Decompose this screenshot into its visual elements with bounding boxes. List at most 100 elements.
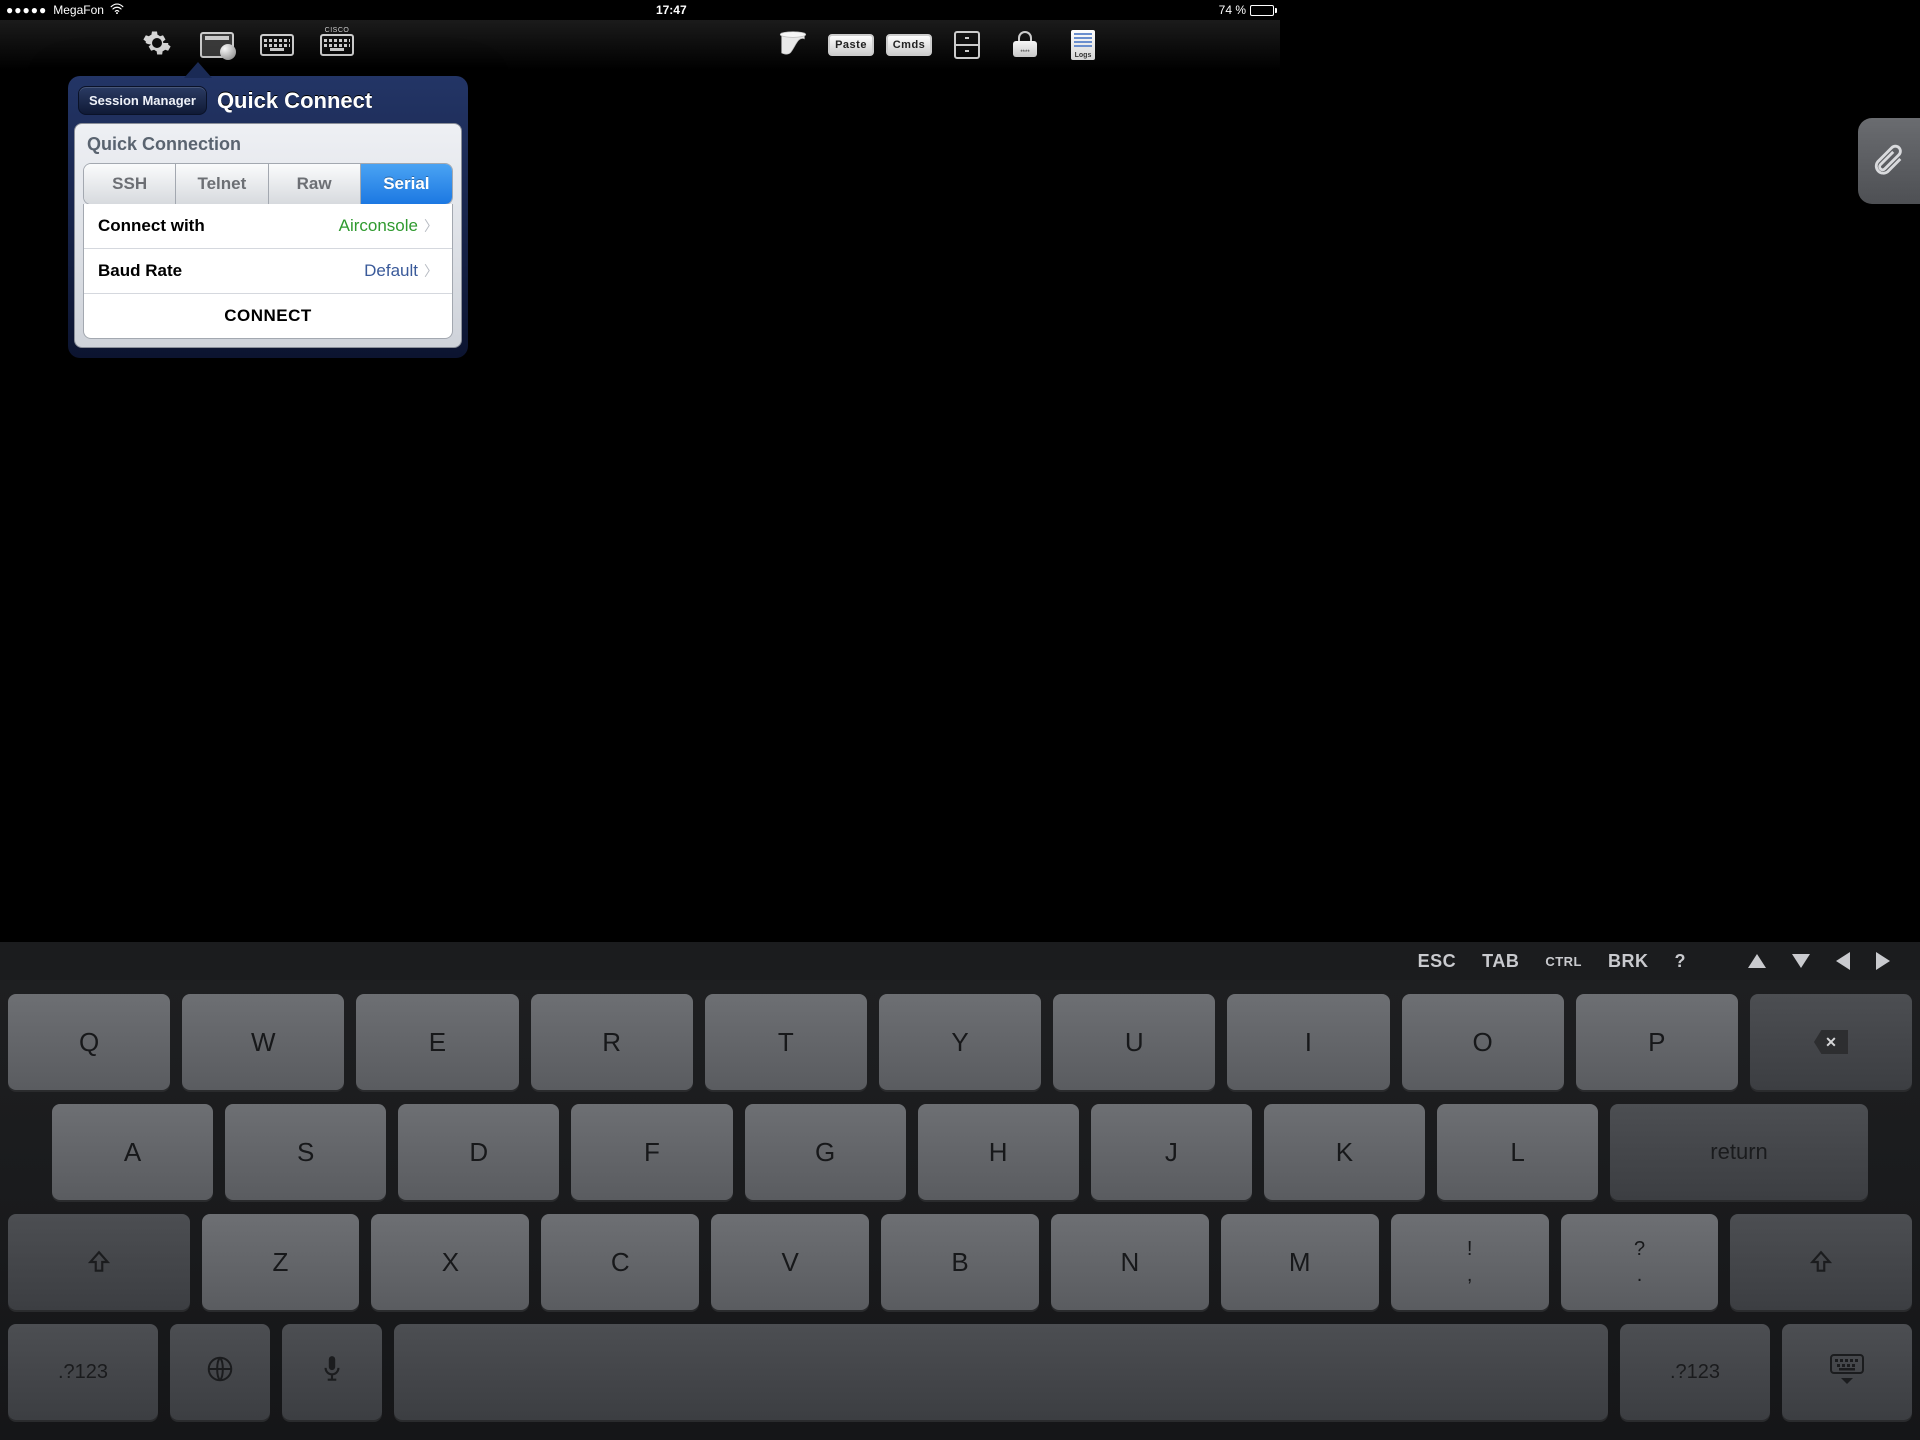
connect-with-value: Airconsole: [339, 216, 418, 236]
key-space[interactable]: [394, 1324, 1608, 1420]
key-k[interactable]: K: [1264, 1104, 1425, 1200]
key-e[interactable]: E: [356, 994, 518, 1090]
chevron-right-icon: 〉: [424, 216, 438, 236]
key-numeric-left[interactable]: .?123: [8, 1324, 158, 1420]
battery-percent: 74 %: [1219, 3, 1246, 17]
baud-rate-row[interactable]: Baud Rate Default 〉: [84, 249, 452, 294]
password-vault-button[interactable]: ****: [1008, 30, 1042, 60]
brk-key[interactable]: BRK: [1608, 951, 1649, 972]
connect-with-row[interactable]: Connect with Airconsole 〉: [84, 204, 452, 249]
key-hide-keyboard[interactable]: [1782, 1324, 1912, 1420]
commands-button[interactable]: Cmds: [892, 30, 926, 60]
esc-key[interactable]: ESC: [1418, 951, 1457, 972]
tab-telnet[interactable]: Telnet: [176, 164, 268, 204]
paste-label: Paste: [828, 34, 874, 56]
backspace-icon: ✕: [1814, 1030, 1848, 1054]
lock-icon: ****: [1012, 31, 1038, 59]
shift-icon: [86, 1249, 112, 1275]
carrier-label: MegaFon: [53, 3, 104, 17]
arrow-right-key[interactable]: [1876, 952, 1890, 970]
arrow-left-key[interactable]: [1836, 952, 1850, 970]
scripts-button[interactable]: [776, 30, 810, 60]
arrow-down-key[interactable]: [1792, 954, 1810, 968]
key-m[interactable]: M: [1221, 1214, 1379, 1310]
key-x[interactable]: X: [371, 1214, 529, 1310]
arrow-up-key[interactable]: [1748, 954, 1766, 968]
globe-icon: [205, 1354, 235, 1391]
clock: 17:47: [124, 3, 1219, 17]
key-a[interactable]: A: [52, 1104, 213, 1200]
key-backspace[interactable]: ✕: [1750, 994, 1912, 1090]
shift-icon: [1808, 1249, 1834, 1275]
baud-rate-label: Baud Rate: [98, 261, 182, 281]
key-j[interactable]: J: [1091, 1104, 1252, 1200]
script-scroll-icon: [776, 28, 810, 63]
signal-dots-icon: ●●●●●: [6, 3, 47, 17]
save-button[interactable]: [950, 30, 984, 60]
status-bar: ●●●●● MegaFon 17:47 74 %: [0, 0, 1280, 20]
cisco-keyboard-button[interactable]: CISCO: [320, 30, 354, 60]
gear-icon: [142, 28, 172, 63]
key-z[interactable]: Z: [202, 1214, 360, 1310]
cmds-label: Cmds: [886, 34, 933, 56]
session-manager-back-button[interactable]: Session Manager: [78, 86, 207, 115]
paste-button[interactable]: Paste: [834, 30, 868, 60]
key-return[interactable]: return: [1610, 1104, 1868, 1200]
key-globe[interactable]: [170, 1324, 270, 1420]
key-h[interactable]: H: [918, 1104, 1079, 1200]
key-question-period[interactable]: ?.: [1561, 1214, 1719, 1310]
key-b[interactable]: B: [881, 1214, 1039, 1310]
key-shift-left[interactable]: [8, 1214, 190, 1310]
tab-ssh[interactable]: SSH: [84, 164, 176, 204]
key-dictation[interactable]: [282, 1324, 382, 1420]
connect-button[interactable]: CONNECT: [84, 294, 452, 338]
ctrl-key[interactable]: CTRL: [1545, 954, 1582, 969]
keyboard-toggle-button[interactable]: [260, 30, 294, 60]
logs-icon: Logs: [1071, 30, 1095, 60]
sessions-button[interactable]: [200, 30, 234, 60]
quick-connect-popover: Session Manager Quick Connect Quick Conn…: [68, 76, 468, 358]
onscreen-keyboard: Q W E R T Y U I O P ✕ A S D F G H J K L …: [0, 980, 1920, 1440]
section-header: Quick Connection: [83, 134, 453, 163]
key-w[interactable]: W: [182, 994, 344, 1090]
settings-button[interactable]: [140, 30, 174, 60]
key-r[interactable]: R: [531, 994, 693, 1090]
key-q[interactable]: Q: [8, 994, 170, 1090]
logs-button[interactable]: Logs: [1066, 30, 1100, 60]
hide-keyboard-icon: [1827, 1352, 1867, 1393]
key-v[interactable]: V: [711, 1214, 869, 1310]
key-numeric-right[interactable]: .?123: [1620, 1324, 1770, 1420]
cisco-keyboard-icon: CISCO: [320, 34, 354, 56]
key-y[interactable]: Y: [879, 994, 1041, 1090]
key-n[interactable]: N: [1051, 1214, 1209, 1310]
key-shift-right[interactable]: [1730, 1214, 1912, 1310]
popover-title: Quick Connect: [217, 88, 372, 114]
wifi-icon: [110, 3, 124, 18]
clipboard-side-tab[interactable]: [1858, 118, 1920, 204]
key-p[interactable]: P: [1576, 994, 1738, 1090]
key-o[interactable]: O: [1402, 994, 1564, 1090]
tab-serial[interactable]: Serial: [361, 164, 452, 204]
key-l[interactable]: L: [1437, 1104, 1598, 1200]
key-d[interactable]: D: [398, 1104, 559, 1200]
key-g[interactable]: G: [745, 1104, 906, 1200]
key-f[interactable]: F: [571, 1104, 732, 1200]
battery-icon: [1250, 5, 1274, 16]
tab-key[interactable]: TAB: [1482, 951, 1519, 972]
key-t[interactable]: T: [705, 994, 867, 1090]
protocol-segmented-control: SSH Telnet Raw Serial: [83, 163, 453, 205]
key-s[interactable]: S: [225, 1104, 386, 1200]
tab-raw[interactable]: Raw: [269, 164, 361, 204]
baud-rate-value: Default: [364, 261, 418, 281]
help-key[interactable]: ?: [1675, 951, 1687, 972]
connect-label: CONNECT: [224, 306, 312, 326]
connect-with-label: Connect with: [98, 216, 205, 236]
microphone-icon: [319, 1354, 345, 1391]
chevron-right-icon: 〉: [424, 261, 438, 281]
key-c[interactable]: C: [541, 1214, 699, 1310]
popover-arrow-icon: [184, 62, 212, 78]
key-exclaim-comma[interactable]: !,: [1391, 1214, 1549, 1310]
sessions-icon: [200, 32, 234, 58]
key-u[interactable]: U: [1053, 994, 1215, 1090]
key-i[interactable]: I: [1227, 994, 1389, 1090]
